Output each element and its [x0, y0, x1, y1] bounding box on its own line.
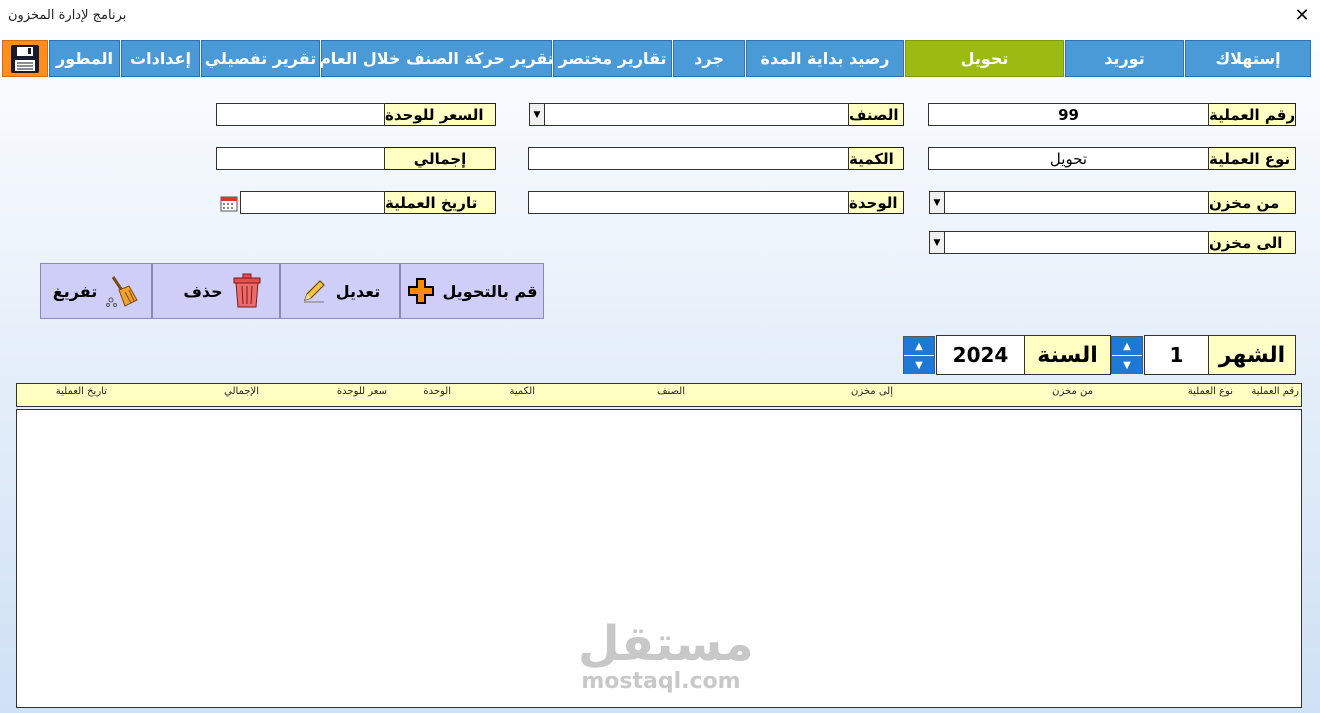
mostaql-watermark-logo: مستقل mostaql.com	[578, 616, 754, 698]
column-header[interactable]: الصنف	[657, 386, 685, 397]
month-field[interactable]: 1	[1144, 335, 1209, 375]
tab-opening-balance[interactable]: رصيد بداية المدة	[746, 40, 904, 77]
edit-button-label: تعديل	[335, 281, 381, 301]
delete-button[interactable]: حذف	[152, 263, 280, 319]
item-label: الصنف	[848, 103, 904, 126]
to-store-label: الى مخزن	[1208, 231, 1296, 254]
month-label: الشهر	[1208, 335, 1296, 375]
column-header[interactable]: رقم العملية	[1251, 386, 1299, 397]
tab-consumption[interactable]: إستهلاك	[1185, 40, 1311, 77]
pencil-icon	[303, 280, 325, 303]
column-header[interactable]: الوحدة	[423, 386, 451, 397]
title-bar: برنامج لإدارة المخزون ✕	[0, 0, 1320, 32]
total-label: إجمالي	[384, 147, 496, 170]
tab-item-movement-report[interactable]: تقرير حركة الصنف خلال العام	[319, 40, 554, 77]
tab-supply[interactable]: توريد	[1065, 40, 1184, 77]
save-button[interactable]	[2, 40, 48, 77]
unit-price-field[interactable]	[216, 103, 385, 126]
quantity-label: الكمية	[848, 147, 904, 170]
item-dropdown-button[interactable]: ▼	[529, 103, 545, 126]
op-number-label: رقم العملية	[1208, 103, 1296, 126]
records-table-header: رقم العملية نوع العملية من مخزن إلى مخزن…	[16, 383, 1302, 407]
column-header[interactable]: الإجمالي	[224, 386, 259, 397]
calendar-icon	[220, 196, 238, 211]
broom-icon	[106, 276, 138, 307]
tab-transfer[interactable]: تحويل	[905, 40, 1064, 77]
year-down-arrow-icon[interactable]: ▼	[904, 355, 934, 374]
column-header[interactable]: نوع العملية	[1188, 386, 1233, 397]
close-button[interactable]: ✕	[1290, 4, 1314, 28]
tab-detailed-report[interactable]: تقرير تفصيلي	[201, 40, 320, 77]
column-header[interactable]: الكمية	[509, 386, 535, 397]
op-number-field[interactable]: 99	[928, 103, 1209, 126]
to-store-select[interactable]	[944, 231, 1209, 254]
year-label: السنة	[1024, 335, 1111, 375]
unit-price-label: السعر للوحدة	[384, 103, 496, 126]
tab-settings[interactable]: إعدادات	[121, 40, 200, 77]
total-field[interactable]	[216, 147, 385, 170]
watermark-arabic-text: مستقل	[578, 616, 754, 672]
op-type-field[interactable]: تحويل	[928, 147, 1209, 170]
to-store-dropdown-button[interactable]: ▼	[929, 231, 945, 254]
delete-button-label: حذف	[183, 281, 223, 301]
tab-inventory-count[interactable]: جرد	[673, 40, 745, 77]
op-date-label: تاريخ العملية	[384, 191, 496, 214]
plus-icon	[407, 278, 434, 304]
window-title: برنامج لإدارة المخزون	[8, 8, 127, 23]
watermark-latin-text: mostaql.com	[581, 669, 741, 694]
quantity-field[interactable]	[528, 147, 849, 170]
month-spinner[interactable]: ▲ ▼	[1111, 336, 1143, 374]
from-store-select[interactable]	[944, 191, 1209, 214]
op-type-label: نوع العملية	[1208, 147, 1296, 170]
column-header[interactable]: إلى مخزن	[851, 386, 893, 397]
year-up-arrow-icon[interactable]: ▲	[904, 337, 934, 355]
tab-developer[interactable]: المطور	[49, 40, 120, 77]
transfer-button-label: قم بالتحويل	[442, 281, 538, 301]
from-store-dropdown-button[interactable]: ▼	[929, 191, 945, 214]
clear-button[interactable]: تفريغ	[40, 263, 152, 319]
floppy-disk-icon	[11, 44, 39, 73]
from-store-label: من مخزن	[1208, 191, 1296, 214]
edit-button[interactable]: تعديل	[280, 263, 400, 319]
unit-field[interactable]	[528, 191, 849, 214]
calendar-button[interactable]	[218, 191, 240, 214]
transfer-button[interactable]: قم بالتحويل	[400, 263, 544, 319]
year-spinner[interactable]: ▲ ▼	[903, 336, 935, 374]
unit-label: الوحدة	[848, 191, 904, 214]
op-date-field[interactable]	[240, 191, 385, 214]
month-down-arrow-icon[interactable]: ▼	[1112, 355, 1142, 374]
trash-icon	[233, 273, 261, 308]
column-header[interactable]: من مخزن	[1052, 386, 1093, 397]
tab-short-reports[interactable]: تقارير مختصر	[553, 40, 672, 77]
year-field[interactable]: 2024	[936, 335, 1025, 375]
column-header[interactable]: سعر للوحدة	[337, 386, 387, 397]
month-up-arrow-icon[interactable]: ▲	[1112, 337, 1142, 355]
item-select[interactable]	[544, 103, 849, 126]
column-header[interactable]: تاريخ العملية	[56, 386, 107, 397]
clear-button-label: تفريغ	[52, 281, 98, 301]
